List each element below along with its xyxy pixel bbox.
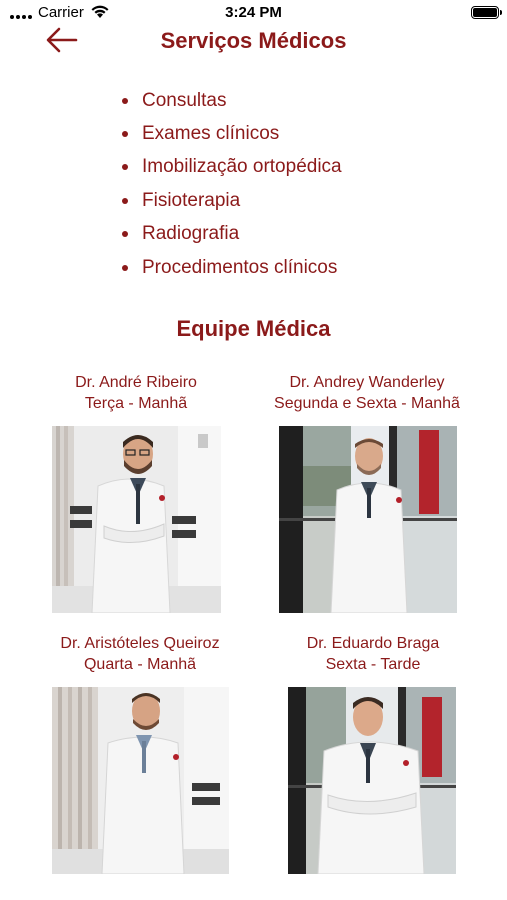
page-title: Serviços Médicos	[160, 28, 347, 53]
nav-bar: Serviços Médicos	[0, 26, 507, 56]
list-item: Radiografia	[122, 218, 342, 251]
doctor-card[interactable]: Dr. Aristóteles Queiroz Quarta - Manhã	[25, 633, 255, 675]
doctor-name: Dr. Andrey Wanderley	[289, 374, 445, 391]
services-list: Consultas Exames clínicos Imobilização o…	[122, 84, 342, 284]
doctor-card[interactable]: Dr. Andrey Wanderley Segunda e Sexta - M…	[252, 372, 482, 414]
service-label: Exames clínicos	[142, 123, 280, 145]
service-label: Imobilização ortopédica	[142, 156, 342, 178]
bullet-icon	[122, 264, 128, 271]
service-label: Consultas	[142, 89, 227, 111]
doctor-photo[interactable]	[288, 687, 456, 874]
list-item: Procedimentos clínicos	[122, 251, 342, 284]
doctor-schedule: Sexta - Tarde	[325, 656, 421, 673]
doctor-schedule: Quarta - Manhã	[83, 656, 197, 673]
doctor-schedule: Terça - Manhã	[84, 395, 188, 412]
service-label: Procedimentos clínicos	[142, 256, 338, 278]
status-bar: Carrier 3:24 PM	[0, 0, 507, 26]
doctor-photo[interactable]	[52, 426, 221, 613]
bullet-icon	[122, 197, 128, 204]
doctor-photo[interactable]	[52, 687, 229, 874]
doctor-photo[interactable]	[279, 426, 457, 613]
doctor-name: Dr. Aristóteles Queiroz	[60, 635, 220, 652]
doctor-card[interactable]: Dr. André Ribeiro Terça - Manhã	[21, 372, 251, 414]
list-item: Fisioterapia	[122, 184, 342, 217]
bullet-icon	[122, 231, 128, 238]
service-label: Fisioterapia	[142, 189, 241, 211]
list-item: Consultas	[122, 84, 342, 117]
bullet-icon	[122, 97, 128, 104]
doctor-card[interactable]: Dr. Eduardo Braga Sexta - Tarde	[258, 633, 488, 675]
list-item: Imobilização ortopédica	[122, 151, 342, 184]
battery-icon	[471, 6, 502, 19]
service-label: Radiografia	[142, 223, 240, 245]
bullet-icon	[122, 164, 128, 171]
doctor-schedule: Segunda e Sexta - Manhã	[274, 395, 460, 412]
bullet-icon	[122, 131, 128, 138]
list-item: Exames clínicos	[122, 117, 342, 150]
doctor-name: Dr. André Ribeiro	[75, 374, 197, 391]
status-time: 3:24 PM	[225, 4, 282, 21]
doctor-name: Dr. Eduardo Braga	[306, 635, 440, 652]
team-section-title: Equipe Médica	[176, 316, 331, 341]
